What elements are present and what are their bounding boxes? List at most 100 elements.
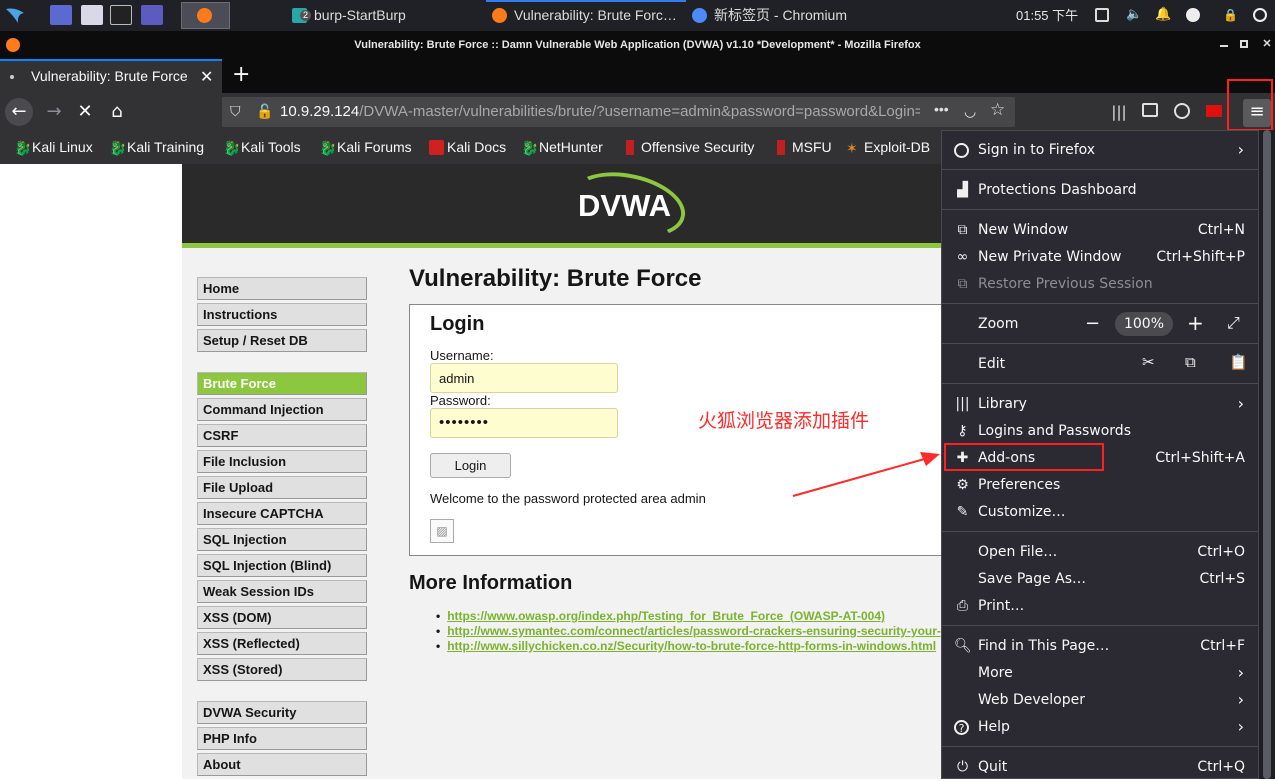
menu-customize[interactable]: ✎ Customize…	[942, 499, 1258, 526]
workspace-icon[interactable]	[50, 5, 72, 25]
notification-bell-icon[interactable]: 🔔	[1155, 8, 1171, 22]
volume-icon[interactable]: 🔈	[1126, 8, 1142, 22]
menu-instructions[interactable]: Instructions	[197, 303, 367, 326]
menu-weak-session-ids[interactable]: Weak Session IDs	[197, 580, 367, 603]
fullscreen-icon[interactable]: ⤢	[1227, 313, 1240, 333]
taskbar-task-firefox[interactable]: Vulnerability: Brute Forc…	[486, 0, 686, 31]
menu-command-injection[interactable]: Command Injection	[197, 398, 367, 421]
back-button[interactable]: ←	[5, 98, 33, 126]
bookmark-star-icon[interactable]: ☆	[990, 100, 1005, 120]
close-icon[interactable]: ✕	[1262, 39, 1272, 50]
menu-xss-reflected[interactable]: XSS (Reflected)	[197, 632, 367, 655]
stop-button[interactable]: ✕	[71, 98, 99, 126]
update-icon[interactable]	[1186, 8, 1200, 22]
menu-dvwa-security[interactable]: DVWA Security	[197, 701, 367, 724]
url-text[interactable]: 10.9.29.124/DVWA-master/vulnerabilities/…	[280, 103, 920, 120]
menu-xss-stored[interactable]: XSS (Stored)	[197, 658, 367, 681]
bookmark-kali-docs[interactable]: Kali Docs	[427, 139, 506, 155]
tab-close-icon[interactable]: ✕	[200, 67, 213, 87]
menu-open-file[interactable]: Open File… Ctrl+O	[942, 539, 1258, 566]
url-bar[interactable]: ⛉ 🔓 10.9.29.124/DVWA-master/vulnerabilit…	[222, 97, 1015, 127]
forward-button[interactable]: →	[40, 98, 68, 126]
bookmark-kali-training[interactable]: 🐉 Kali Training	[107, 139, 204, 156]
menu-sql-injection-blind[interactable]: SQL Injection (Blind)	[197, 554, 367, 577]
taskbar-task-chromium[interactable]: 新标签页 - Chromium	[686, 0, 847, 31]
menu-csrf[interactable]: CSRF	[197, 424, 367, 447]
login-button[interactable]: Login	[430, 453, 511, 478]
menu-brute-force[interactable]: Brute Force	[197, 372, 367, 395]
sidebar-icon[interactable]	[1142, 103, 1158, 117]
insecure-lock-icon[interactable]: 🔓	[256, 103, 273, 120]
maximize-icon[interactable]	[1240, 40, 1248, 48]
menu-help[interactable]: ? Help ›	[942, 714, 1258, 741]
menu-restore-session[interactable]: ⧉ Restore Previous Session	[942, 271, 1258, 298]
paste-icon[interactable]: 📋	[1229, 353, 1248, 371]
bookmark-msfu[interactable]: MSFU	[772, 139, 832, 155]
help-icon: ?	[954, 720, 969, 735]
chevron-right-icon: ›	[1237, 140, 1244, 159]
bookmark-exploit-db[interactable]: ✶ Exploit-DB	[844, 139, 930, 156]
menu-file-upload[interactable]: File Upload	[197, 476, 367, 499]
menu-web-developer[interactable]: Web Developer ›	[942, 687, 1258, 714]
clock[interactable]: 01:55 下午	[1016, 0, 1078, 31]
library-icon[interactable]: |||	[1110, 103, 1128, 121]
menu-sign-in[interactable]: Sign in to Firefox ›	[942, 137, 1258, 164]
menu-home[interactable]: Home	[197, 277, 367, 300]
screen-recorder-icon[interactable]	[141, 5, 163, 25]
menu-insecure-captcha[interactable]: Insecure CAPTCHA	[197, 502, 367, 525]
new-tab-button[interactable]: +	[232, 62, 250, 87]
menu-quit[interactable]: ⏻ Quit Ctrl+Q	[942, 754, 1258, 781]
bookmark-kali-forums[interactable]: 🐉 Kali Forums	[317, 139, 412, 156]
password-field[interactable]: ••••••••	[430, 408, 618, 438]
bookmark-nethunter[interactable]: 🐉 NetHunter	[519, 139, 603, 156]
zoom-in-button[interactable]: +	[1187, 311, 1204, 335]
lock-icon[interactable]: 🔒	[1223, 8, 1238, 22]
account-icon[interactable]	[1174, 103, 1190, 119]
menu-print[interactable]: ⎙ Print…	[942, 593, 1258, 620]
menu-new-window[interactable]: ⧉ New Window Ctrl+N	[942, 217, 1258, 244]
username-field[interactable]: admin	[430, 363, 618, 393]
zoom-out-button[interactable]: −	[1085, 313, 1100, 334]
bookmark-offensive-security[interactable]: Offensive Security	[621, 139, 754, 155]
menu-save-page[interactable]: Save Page As… Ctrl+S	[942, 566, 1258, 593]
menu-more[interactable]: More ›	[942, 660, 1258, 687]
welcome-message: Welcome to the password protected area a…	[430, 491, 706, 506]
terminal-icon[interactable]	[110, 5, 132, 25]
tracking-shield-icon[interactable]: ⛉	[230, 103, 241, 120]
menu-sql-injection[interactable]: SQL Injection	[197, 528, 367, 551]
menu-php-info[interactable]: PHP Info	[197, 727, 367, 750]
cut-icon[interactable]: ✂	[1142, 353, 1155, 371]
menu-library[interactable]: ||| Library ›	[942, 391, 1258, 418]
scrollbar-thumb[interactable]	[1263, 130, 1271, 779]
tab-brute-force[interactable]: Vulnerability: Brute Force ✕	[0, 59, 222, 93]
page-actions-icon[interactable]: •••	[934, 101, 949, 117]
home-button[interactable]: ⌂	[103, 98, 131, 126]
minimize-icon[interactable]	[1220, 45, 1228, 47]
kali-menu-icon[interactable]	[4, 5, 26, 25]
firefox-taskbar-button[interactable]	[181, 2, 230, 29]
chart-icon: ▟	[957, 182, 968, 198]
menu-logins-passwords[interactable]: ⚷ Logins and Passwords	[942, 418, 1258, 445]
taskbar-task-burp[interactable]: 2 burp-StartBurp	[286, 0, 406, 31]
bookmark-kali-tools[interactable]: 🐉 Kali Tools	[221, 139, 301, 156]
link-symantec[interactable]: http://www.symantec.com/connect/articles…	[447, 624, 942, 638]
menu-setup[interactable]: Setup / Reset DB	[197, 329, 367, 352]
power-icon[interactable]	[1253, 8, 1267, 22]
link-sillychicken[interactable]: http://www.sillychicken.co.nz/Security/h…	[447, 639, 936, 653]
menu-new-private-window[interactable]: ∞ New Private Window Ctrl+Shift+P	[942, 244, 1258, 271]
display-icon[interactable]	[1095, 8, 1109, 22]
link-owasp[interactable]: https://www.owasp.org/index.php/Testing_…	[447, 609, 885, 623]
menu-file-inclusion[interactable]: File Inclusion	[197, 450, 367, 473]
menu-preferences[interactable]: ⚙ Preferences	[942, 472, 1258, 499]
menu-scrollbar[interactable]	[1259, 130, 1275, 779]
menu-find-in-page[interactable]: 🔍︎ Find in This Page… Ctrl+F	[942, 633, 1258, 660]
bookmark-kali-linux[interactable]: 🐉 Kali Linux	[12, 139, 93, 156]
zoom-reset-button[interactable]: 100%	[1115, 312, 1173, 336]
file-manager-icon[interactable]	[81, 5, 103, 25]
copy-icon[interactable]: ⧉	[1185, 353, 1196, 371]
extension-icon[interactable]	[1206, 105, 1222, 117]
pocket-icon[interactable]: ◡	[964, 103, 976, 120]
menu-xss-dom[interactable]: XSS (DOM)	[197, 606, 367, 629]
menu-about[interactable]: About	[197, 753, 367, 776]
menu-protections-dashboard[interactable]: ▟ Protections Dashboard	[942, 177, 1258, 204]
